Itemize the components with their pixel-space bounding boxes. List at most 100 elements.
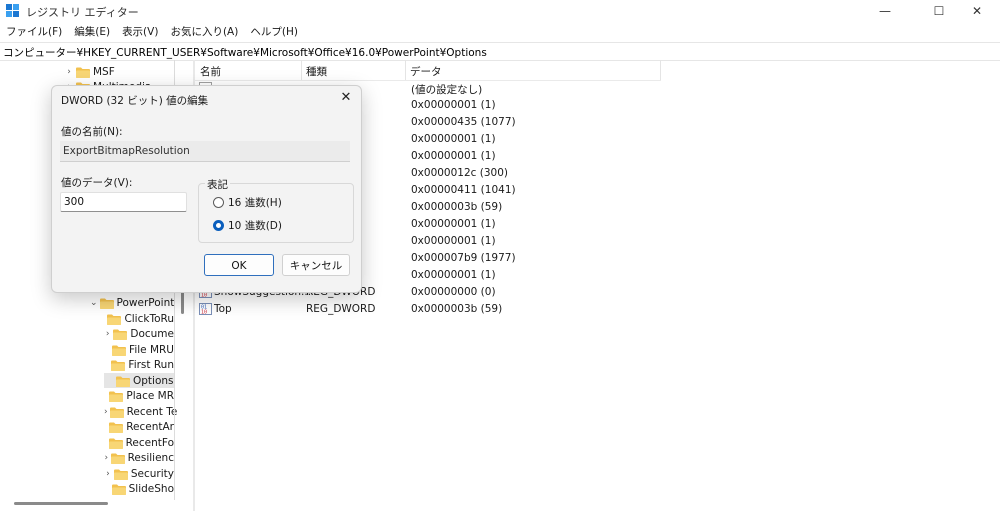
tree-item-label: RecentAr <box>126 420 174 433</box>
menu-file[interactable]: ファイル(F) <box>0 24 68 41</box>
tree-item-label: File MRU <box>129 343 174 356</box>
tree-item-label: First Run <box>128 358 174 371</box>
base-group-label: 表記 <box>205 177 230 192</box>
value-name-text: ExportBitmapResolution <box>63 145 190 157</box>
dialog-title: DWORD (32 ビット) 値の編集 <box>61 95 209 107</box>
tree-horizontal-scrollbar[interactable] <box>14 502 108 505</box>
table-row[interactable]: 01 10 Top REG_DWORD 0x0000003b (59) <box>195 301 661 318</box>
value-data-label: 値のデータ(V): <box>61 177 133 189</box>
tree-item[interactable]: › MSF <box>64 64 174 79</box>
chevron-right-icon[interactable]: › <box>104 329 111 339</box>
header-divider <box>660 60 661 80</box>
hex-radio-option[interactable]: 16 進数(H) <box>213 195 282 209</box>
folder-icon <box>109 407 124 418</box>
value-data: 0x0000012c (300) <box>411 167 509 179</box>
folder-icon <box>99 298 114 309</box>
tree-item-label: Docume <box>130 327 174 340</box>
tree-item[interactable]: ClickToRu <box>104 311 174 326</box>
folder-icon <box>107 314 122 325</box>
tree-item[interactable]: First Run <box>104 357 174 372</box>
menu-favorites[interactable]: お気に入り(A) <box>164 24 244 41</box>
tree-item[interactable]: SlideSho <box>104 481 174 496</box>
value-data: (値の設定なし) <box>411 84 483 96</box>
value-data: 0x0000003b (59) <box>411 201 503 213</box>
svg-text:10: 10 <box>201 310 207 316</box>
tree-item[interactable]: › Resilienc <box>104 450 174 465</box>
folder-icon <box>110 453 125 464</box>
chevron-right-icon[interactable]: › <box>104 469 112 479</box>
chevron-right-icon[interactable]: › <box>104 407 108 417</box>
minimize-button[interactable]: — <box>862 0 908 22</box>
value-data: 0x00000001 (1) <box>411 235 496 247</box>
folder-icon <box>109 422 124 433</box>
menu-edit[interactable]: 編集(E) <box>68 24 116 41</box>
folder-icon <box>113 469 128 480</box>
value-data: 0x00000001 (1) <box>411 99 496 111</box>
value-name-label: 値の名前(N): <box>61 126 123 138</box>
tree-vertical-scrollbar[interactable] <box>181 290 184 314</box>
tree-item-label: Resilienc <box>127 451 174 464</box>
tree-item[interactable]: RecentFo <box>104 435 174 450</box>
chevron-right-icon[interactable]: › <box>64 67 74 77</box>
value-data: 0x00000001 (1) <box>411 218 496 230</box>
tree-item-label: MSF <box>93 65 115 78</box>
chevron-right-icon[interactable]: › <box>104 453 109 463</box>
value-data: 0x00000001 (1) <box>411 150 496 162</box>
base-group: 表記 16 進数(H) 10 進数(D) <box>198 177 354 243</box>
value-data: 0x00000000 (0) <box>411 286 496 298</box>
tree-item-label: RecentFo <box>125 436 174 449</box>
tree-item-label: PowerPoint <box>116 296 175 309</box>
header-divider <box>301 60 302 80</box>
dialog-close-button[interactable]: ✕ <box>338 90 354 106</box>
folder-icon <box>76 67 90 78</box>
tree-item[interactable]: › Security <box>104 466 174 481</box>
tree-item-label: ClickToRu <box>124 312 174 325</box>
ok-button[interactable]: OK <box>204 254 274 276</box>
header-divider <box>405 60 406 80</box>
menu-view[interactable]: 表示(V) <box>116 24 164 41</box>
regedit-icon <box>6 4 20 18</box>
binary-value-icon: 0110 <box>199 303 212 316</box>
tree-item[interactable]: › Recent Te <box>104 404 177 419</box>
value-data: 0x00000411 (1041) <box>411 184 516 196</box>
value-name: Top <box>214 303 232 315</box>
value-data: 0x00000001 (1) <box>411 133 496 145</box>
folder-icon <box>109 391 124 402</box>
value-data: 0x00000435 (1077) <box>411 116 516 128</box>
title-bar: レジストリ エディター — ☐ ✕ <box>0 0 1000 22</box>
tree-item[interactable]: Place MR <box>104 388 174 403</box>
tree-item[interactable]: › Docume <box>104 326 174 341</box>
cancel-button[interactable]: キャンセル <box>282 254 350 276</box>
header-type[interactable]: 種類 <box>306 64 327 79</box>
value-type: REG_DWORD <box>306 303 376 315</box>
chevron-down-icon[interactable]: ⌄ <box>90 298 98 308</box>
address-path[interactable]: コンピューター¥HKEY_CURRENT_USER¥Software¥Micro… <box>3 45 487 60</box>
value-data: 0x0000003b (59) <box>411 303 503 315</box>
value-data: 0x000007b9 (1977) <box>411 252 516 264</box>
tree-item-label: Place MR <box>126 389 174 402</box>
tree-item-label: SlideSho <box>128 482 174 495</box>
list-header: 名前 種類 データ <box>195 60 661 81</box>
tree-item-label: Recent Te <box>126 405 178 418</box>
header-data[interactable]: データ <box>410 64 442 79</box>
tree-item[interactable]: RecentAr <box>104 419 174 434</box>
decimal-radio-option[interactable]: 10 進数(D) <box>213 218 282 232</box>
hex-radio[interactable] <box>213 196 224 208</box>
address-bar[interactable]: コンピューター¥HKEY_CURRENT_USER¥Software¥Micro… <box>0 42 1000 61</box>
hex-radio-label: 16 進数(H) <box>228 196 282 209</box>
folder-icon <box>111 360 126 371</box>
decimal-radio[interactable] <box>213 219 224 231</box>
header-name[interactable]: 名前 <box>200 64 221 79</box>
menu-help[interactable]: ヘルプ(H) <box>244 24 304 41</box>
tree-item-label: Options <box>133 374 174 387</box>
tree-item[interactable]: File MRU <box>104 342 174 357</box>
value-data-input[interactable] <box>60 192 187 212</box>
close-window-button[interactable]: ✕ <box>954 0 1000 22</box>
window-title: レジストリ エディター <box>26 6 139 19</box>
folder-icon <box>111 484 126 495</box>
tree-item[interactable]: Options <box>104 373 174 388</box>
folder-icon <box>108 438 123 449</box>
tree-item[interactable]: ⌄ PowerPoint <box>90 295 174 310</box>
svg-text:10: 10 <box>201 293 207 299</box>
decimal-radio-label: 10 進数(D) <box>228 219 282 232</box>
